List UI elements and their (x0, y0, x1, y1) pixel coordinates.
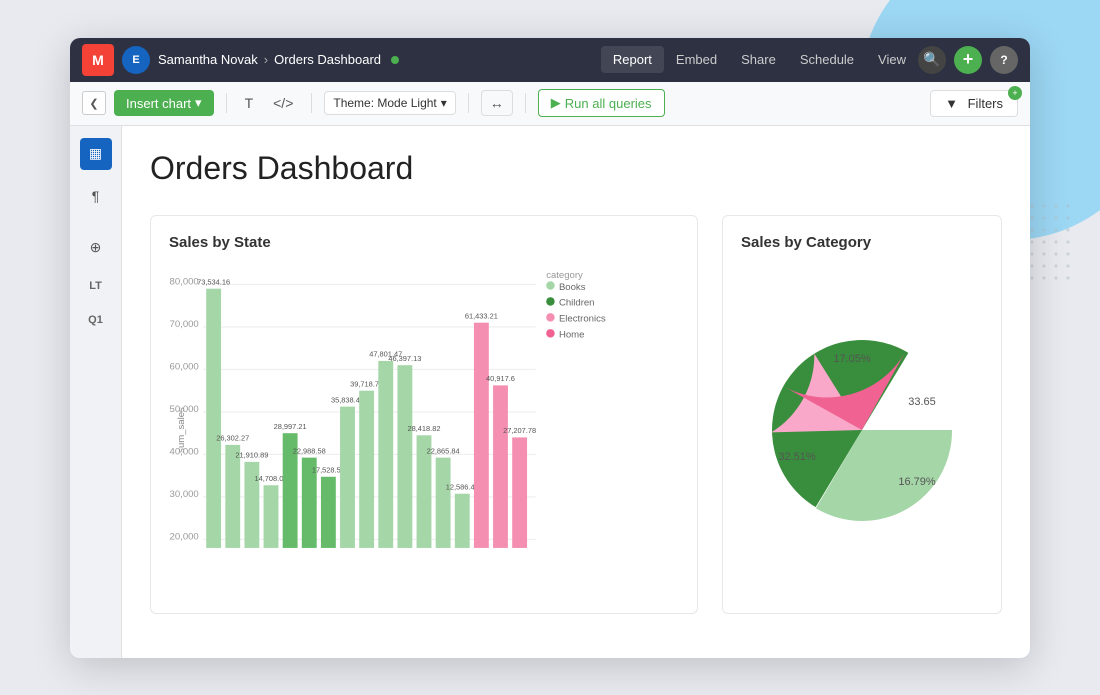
svg-text:40,000: 40,000 (170, 446, 199, 457)
bar-chart-svg: sum_sales 80,000 70,000 60,000 50,000 40… (169, 265, 679, 595)
svg-text:39,718.79: 39,718.79 (350, 379, 383, 388)
app-window: M E Samantha Novak › Orders Dashboard Re… (70, 38, 1030, 658)
status-dot (391, 56, 399, 64)
search-button[interactable]: 🔍 (918, 46, 946, 74)
charts-row: Sales by State sum_sales 80,000 70,000 6… (150, 215, 1002, 614)
svg-text:50,000: 50,000 (170, 403, 199, 414)
svg-text:21,910.89: 21,910.89 (235, 450, 268, 459)
page-title: Orders Dashboard (150, 150, 1002, 187)
add-button[interactable]: + (954, 46, 982, 74)
svg-text:12,586.45: 12,586.45 (446, 482, 479, 491)
svg-text:17,528.53: 17,528.53 (312, 465, 345, 474)
menu-schedule[interactable]: Schedule (788, 46, 866, 73)
svg-text:Children: Children (559, 297, 595, 308)
svg-text:61,433.21: 61,433.21 (465, 311, 498, 320)
svg-text:Home: Home (559, 329, 584, 340)
bar-chart-card: Sales by State sum_sales 80,000 70,000 6… (150, 215, 698, 614)
top-navbar: M E Samantha Novak › Orders Dashboard Re… (70, 38, 1030, 82)
menu-report[interactable]: Report (601, 46, 664, 73)
menu-view[interactable]: View (866, 46, 918, 73)
sidebar-item-lt[interactable]: LT (89, 274, 102, 298)
bar-chart-title: Sales by State (169, 234, 679, 251)
separator-1 (226, 93, 227, 113)
code-tool-button[interactable]: </> (267, 91, 299, 115)
svg-text:80,000: 80,000 (170, 276, 199, 287)
svg-text:14,708.06: 14,708.06 (254, 474, 287, 483)
run-all-button[interactable]: ▶ Run all queries (538, 89, 665, 117)
svg-text:category: category (546, 270, 583, 281)
svg-text:28,418.82: 28,418.82 (407, 424, 440, 433)
separator-2 (311, 93, 312, 113)
svg-text:20,000: 20,000 (170, 531, 199, 542)
breadcrumb-report[interactable]: Orders Dashboard (274, 52, 381, 67)
filter-badge: + (1008, 86, 1022, 100)
svg-text:28,997.21: 28,997.21 (274, 421, 307, 430)
mode-logo: M (82, 44, 114, 76)
run-label: Run all queries (565, 96, 652, 111)
menu-embed[interactable]: Embed (664, 46, 729, 73)
svg-text:60,000: 60,000 (170, 361, 199, 372)
svg-text:70,000: 70,000 (170, 318, 199, 329)
filter-label: Filters (968, 96, 1003, 111)
svg-text:Electronics: Electronics (559, 313, 606, 324)
svg-text:26,302.27: 26,302.27 (216, 433, 249, 442)
chevron-down-icon-theme: ▾ (441, 96, 447, 110)
pie-chart-svg: 33.65 32.51% 16.79% 17.05% (742, 310, 982, 550)
svg-text:16.79%: 16.79% (898, 476, 936, 488)
play-icon: ▶ (551, 95, 561, 111)
chevron-down-icon: ▾ (195, 95, 202, 111)
breadcrumb: Samantha Novak › Orders Dashboard (158, 52, 601, 67)
pie-chart-title: Sales by Category (741, 234, 983, 251)
fit-button[interactable]: ↔ (481, 90, 513, 116)
insert-chart-button[interactable]: Insert chart ▾ (114, 90, 214, 116)
pie-chart-card: Sales by Category (722, 215, 1002, 614)
left-sidebar: ▦ ¶ ⊕ LT Q1 (70, 126, 122, 658)
svg-text:33.65: 33.65 (908, 396, 936, 408)
toolbar: ❮ Insert chart ▾ T </> Theme: Mode Light… (70, 82, 1030, 126)
svg-text:35,838.42: 35,838.42 (331, 395, 364, 404)
svg-text:Books: Books (559, 281, 586, 292)
svg-text:32.51%: 32.51% (778, 451, 816, 463)
top-menu: Report Embed Share Schedule View (601, 46, 918, 73)
sidebar-item-chart[interactable]: ▦ (80, 138, 112, 170)
menu-share[interactable]: Share (729, 46, 788, 73)
filter-icon: ▼ (945, 96, 958, 111)
svg-text:73,534.16: 73,534.16 (197, 277, 230, 286)
svg-text:40,917.6: 40,917.6 (486, 374, 515, 383)
theme-label: Theme: Mode Light (333, 96, 436, 110)
breadcrumb-arrow: › (264, 52, 268, 67)
sidebar-item-q1[interactable]: Q1 (88, 308, 103, 332)
svg-text:30,000: 30,000 (170, 488, 199, 499)
text-tool-button[interactable]: T (239, 91, 260, 115)
main-content: Orders Dashboard Sales by State sum_sale… (122, 126, 1030, 658)
separator-4 (525, 93, 526, 113)
sidebar-item-text[interactable]: ¶ (80, 180, 112, 212)
pie-chart-container: 33.65 32.51% 16.79% 17.05% (741, 265, 983, 595)
theme-selector[interactable]: Theme: Mode Light ▾ (324, 91, 455, 115)
insert-chart-label: Insert chart (126, 96, 191, 111)
svg-text:46,397.13: 46,397.13 (388, 353, 421, 362)
svg-text:22,988.58: 22,988.58 (293, 446, 326, 455)
separator-3 (468, 93, 469, 113)
user-avatar: E (122, 46, 150, 74)
help-button[interactable]: ? (990, 46, 1018, 74)
svg-text:27,207.78: 27,207.78 (503, 426, 536, 435)
svg-text:22,865.84: 22,865.84 (427, 446, 460, 455)
filter-button[interactable]: ▼ Filters + (930, 90, 1018, 117)
svg-text:17.05%: 17.05% (833, 353, 871, 365)
bar-chart-container: sum_sales 80,000 70,000 60,000 50,000 40… (169, 265, 679, 595)
breadcrumb-user[interactable]: Samantha Novak (158, 52, 258, 67)
main-area: ▦ ¶ ⊕ LT Q1 Orders Dashboard Sales by St… (70, 126, 1030, 658)
topnav-actions: 🔍 + ? (918, 46, 1018, 74)
sidebar-toggle[interactable]: ❮ (82, 91, 106, 115)
sidebar-item-add[interactable]: ⊕ (80, 232, 112, 264)
